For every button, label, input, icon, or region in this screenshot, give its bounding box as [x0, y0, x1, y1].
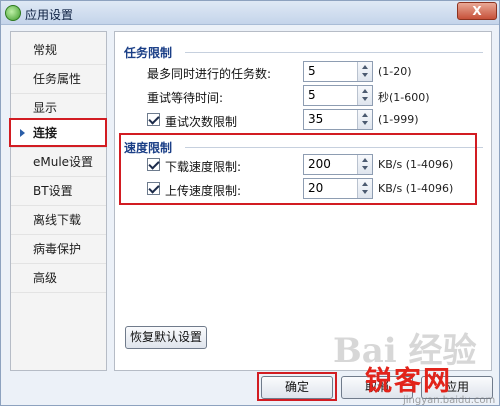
sidebar-item-offline-download[interactable]: 离线下载	[11, 206, 106, 235]
sidebar-item-virus-protection[interactable]: 病毒保护	[11, 235, 106, 264]
max-tasks-label: 最多同时进行的任务数:	[147, 67, 272, 81]
retry-limit-value: 35	[308, 112, 324, 126]
retry-limit-checkbox[interactable]	[147, 113, 160, 126]
retry-wait-stepper[interactable]: 5	[303, 85, 373, 106]
sidebar-item-emule[interactable]: eMule设置	[11, 148, 106, 177]
spin-up-icon[interactable]	[362, 89, 368, 93]
retry-wait-value: 5	[308, 88, 316, 102]
ok-button-highlight	[257, 372, 337, 401]
retry-wait-label: 重试等待时间:	[147, 91, 224, 105]
nav-selection-highlight	[9, 118, 107, 147]
max-tasks-stepper[interactable]: 5	[303, 61, 373, 82]
spin-up-icon[interactable]	[362, 113, 368, 117]
max-tasks-range: (1-20)	[378, 65, 412, 78]
section-divider	[185, 52, 483, 53]
restore-defaults-button[interactable]: 恢复默认设置	[125, 326, 207, 349]
spin-down-icon[interactable]	[362, 121, 368, 125]
title-bar: 应用设置 X	[1, 1, 499, 25]
app-logo-icon	[5, 5, 21, 21]
cancel-button[interactable]: 取消	[341, 376, 413, 399]
sidebar-item-general[interactable]: 常规	[11, 36, 106, 65]
spin-down-icon[interactable]	[362, 97, 368, 101]
task-limits-title: 任务限制	[124, 46, 173, 60]
sidebar-item-advanced[interactable]: 高级	[11, 264, 106, 293]
spin-buttons[interactable]	[357, 110, 372, 129]
close-button[interactable]: X	[457, 2, 497, 20]
spin-down-icon[interactable]	[362, 73, 368, 77]
settings-window: 应用设置 X 常规 任务属性 显示 连接 eMule设置 BT设置 离线下载 病…	[0, 0, 500, 406]
sidebar-item-bt[interactable]: BT设置	[11, 177, 106, 206]
max-tasks-value: 5	[308, 64, 316, 78]
speed-limit-highlight	[119, 133, 477, 205]
retry-wait-range: 秒(1-600)	[378, 91, 430, 104]
apply-button[interactable]: 应用	[421, 376, 493, 399]
spin-buttons[interactable]	[357, 86, 372, 105]
window-title: 应用设置	[25, 8, 74, 22]
spin-buttons[interactable]	[357, 62, 372, 81]
retry-limit-range: (1-999)	[378, 113, 419, 126]
spin-up-icon[interactable]	[362, 65, 368, 69]
sidebar-item-task-properties[interactable]: 任务属性	[11, 65, 106, 94]
retry-limit-label: 重试次数限制	[165, 115, 238, 129]
retry-limit-stepper[interactable]: 35	[303, 109, 373, 130]
settings-nav: 常规 任务属性 显示 连接 eMule设置 BT设置 离线下载 病毒保护 高级	[10, 31, 107, 371]
